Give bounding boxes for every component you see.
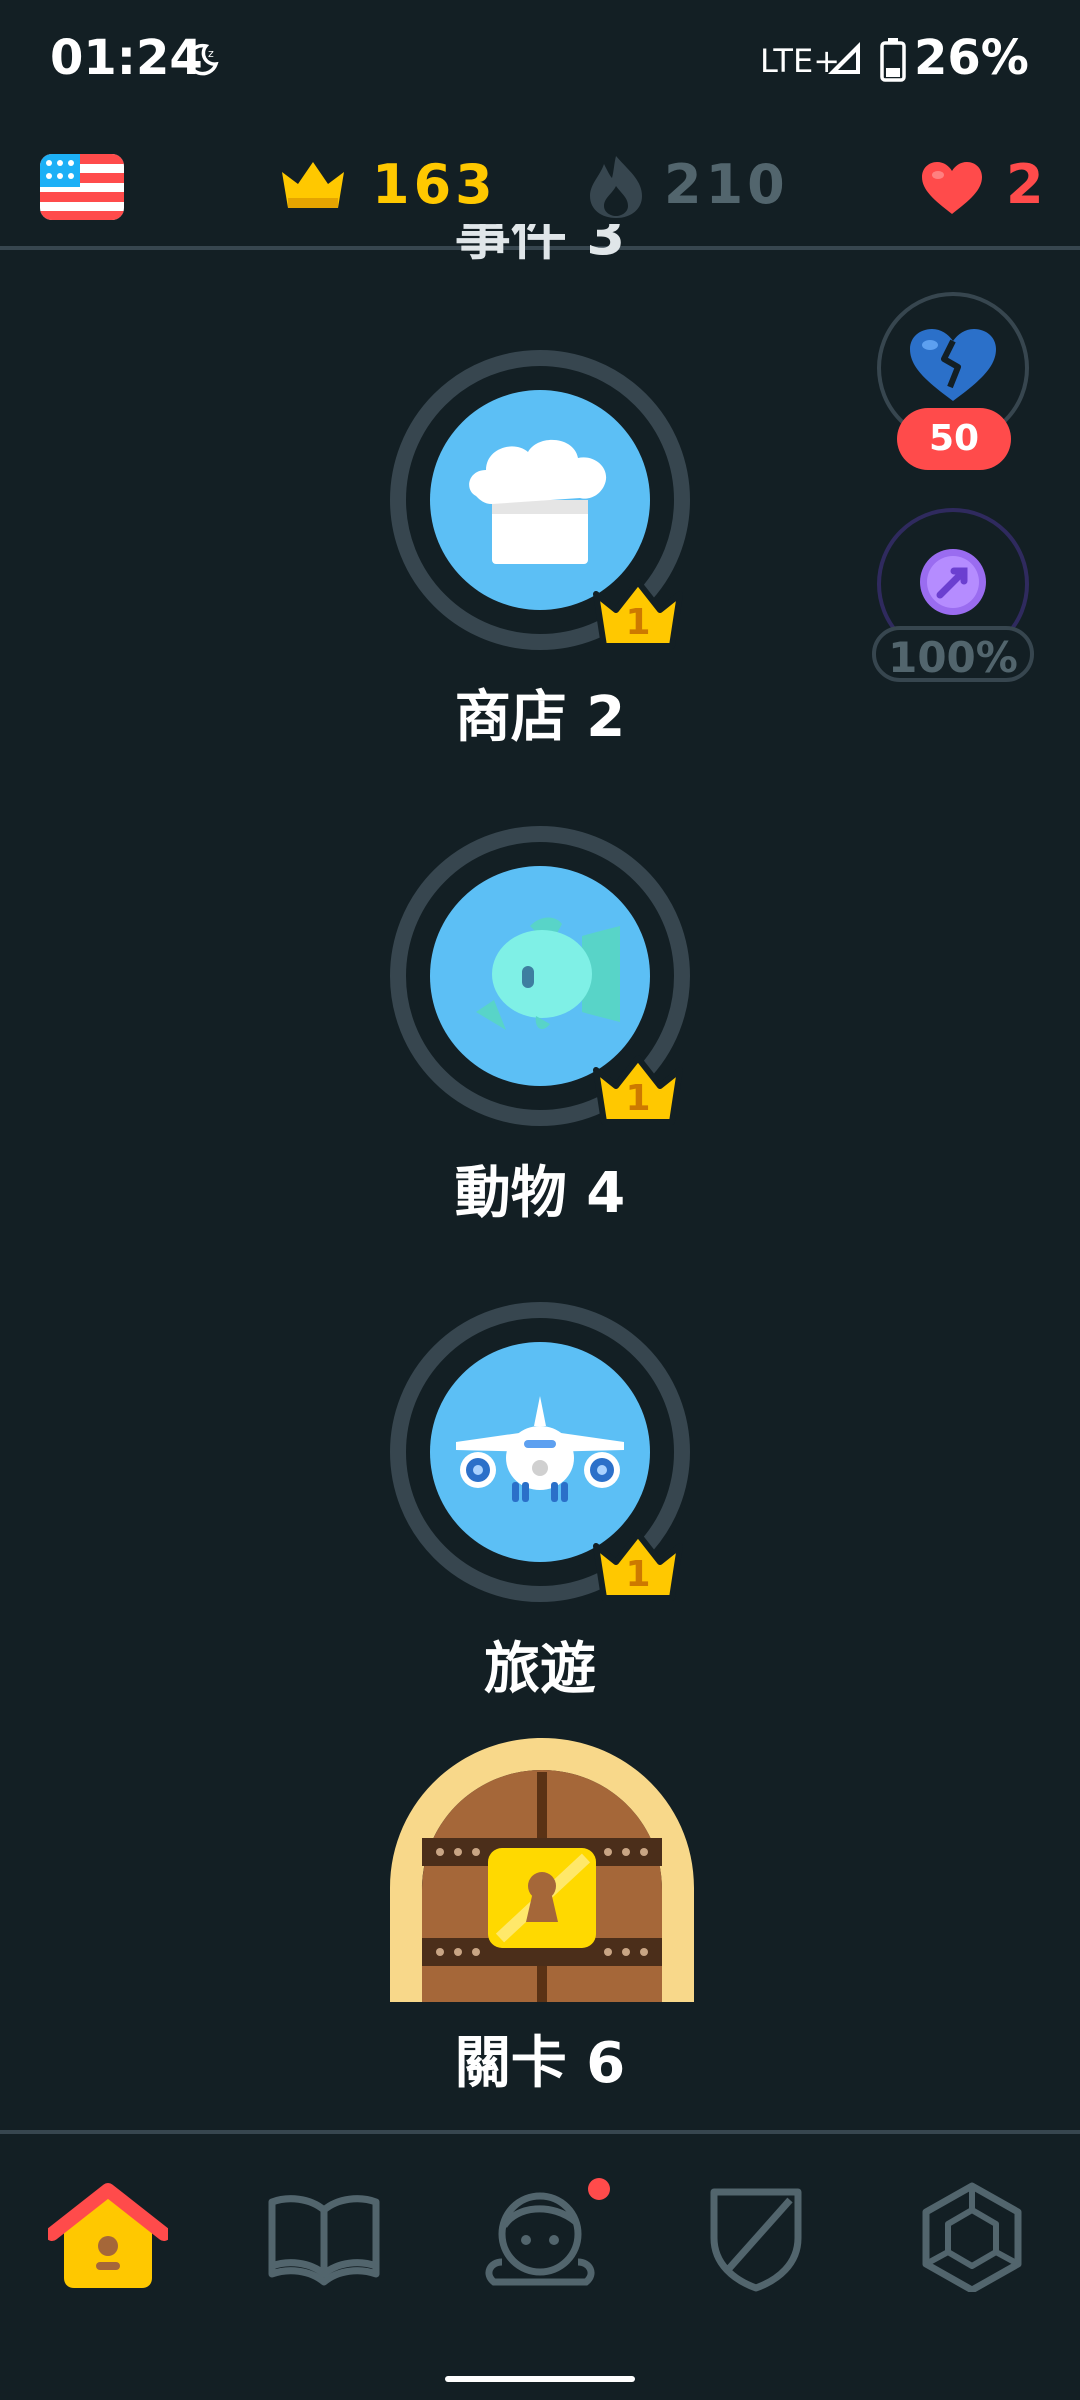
status-time: 01:24 bbox=[50, 30, 203, 86]
streak-count[interactable]: 210 bbox=[664, 153, 789, 216]
hearts-count[interactable]: 2 bbox=[1006, 153, 1044, 216]
locked-door-icon[interactable] bbox=[390, 1738, 694, 2002]
chef-hat-icon bbox=[469, 439, 607, 564]
gesture-home-bar[interactable] bbox=[445, 2376, 635, 2382]
nav-profile[interactable] bbox=[480, 2178, 610, 2312]
skill-label-animals: 動物 4 bbox=[454, 1161, 626, 1226]
nav-stories[interactable] bbox=[264, 2182, 384, 2312]
heart-icon[interactable] bbox=[920, 160, 984, 216]
crown-icon[interactable] bbox=[278, 158, 348, 212]
nav-shop[interactable] bbox=[912, 2182, 1032, 2312]
checkpoint-label: 關卡 6 bbox=[454, 2031, 626, 2096]
notification-dot bbox=[588, 2178, 610, 2200]
bottom-nav-divider bbox=[0, 2130, 1080, 2134]
home-icon bbox=[45, 2183, 171, 2288]
book-icon bbox=[268, 2195, 380, 2286]
hexagon-icon bbox=[922, 2182, 1022, 2294]
crown-count[interactable]: 163 bbox=[372, 153, 497, 216]
skill-label-travel: 旅遊 bbox=[484, 1637, 596, 1702]
broken-heart-icon bbox=[910, 329, 996, 401]
do-not-disturb-moon-icon: z bbox=[186, 43, 219, 76]
nav-home[interactable] bbox=[45, 2182, 171, 2312]
airplane-icon bbox=[456, 1396, 624, 1502]
partial-skill-label: 事件 3 bbox=[454, 224, 626, 264]
status-bar: 01:24 z LTE+ 26% bbox=[0, 0, 1080, 120]
profile-avatar-icon bbox=[485, 2192, 595, 2286]
xp-boost-percent: 100% bbox=[872, 626, 1034, 682]
us-flag-icon[interactable] bbox=[40, 154, 124, 220]
skill-label-shop: 商店 2 bbox=[454, 685, 626, 750]
cell-signal-icon bbox=[828, 42, 860, 74]
svg-text:z: z bbox=[208, 47, 214, 60]
nav-leagues[interactable] bbox=[696, 2182, 816, 2312]
heart-refill-badge[interactable]: 50 bbox=[897, 408, 1011, 470]
crown-level: 1 bbox=[625, 1554, 651, 1595]
battery-percent: 26% bbox=[914, 30, 1029, 86]
shield-icon bbox=[710, 2188, 802, 2292]
streak-fire-icon[interactable] bbox=[588, 154, 644, 220]
fish-icon bbox=[476, 917, 620, 1030]
crown-level: 1 bbox=[625, 1078, 651, 1119]
xp-boost-potion-icon bbox=[920, 549, 986, 615]
battery-icon bbox=[880, 38, 906, 82]
crown-level: 1 bbox=[625, 602, 651, 643]
